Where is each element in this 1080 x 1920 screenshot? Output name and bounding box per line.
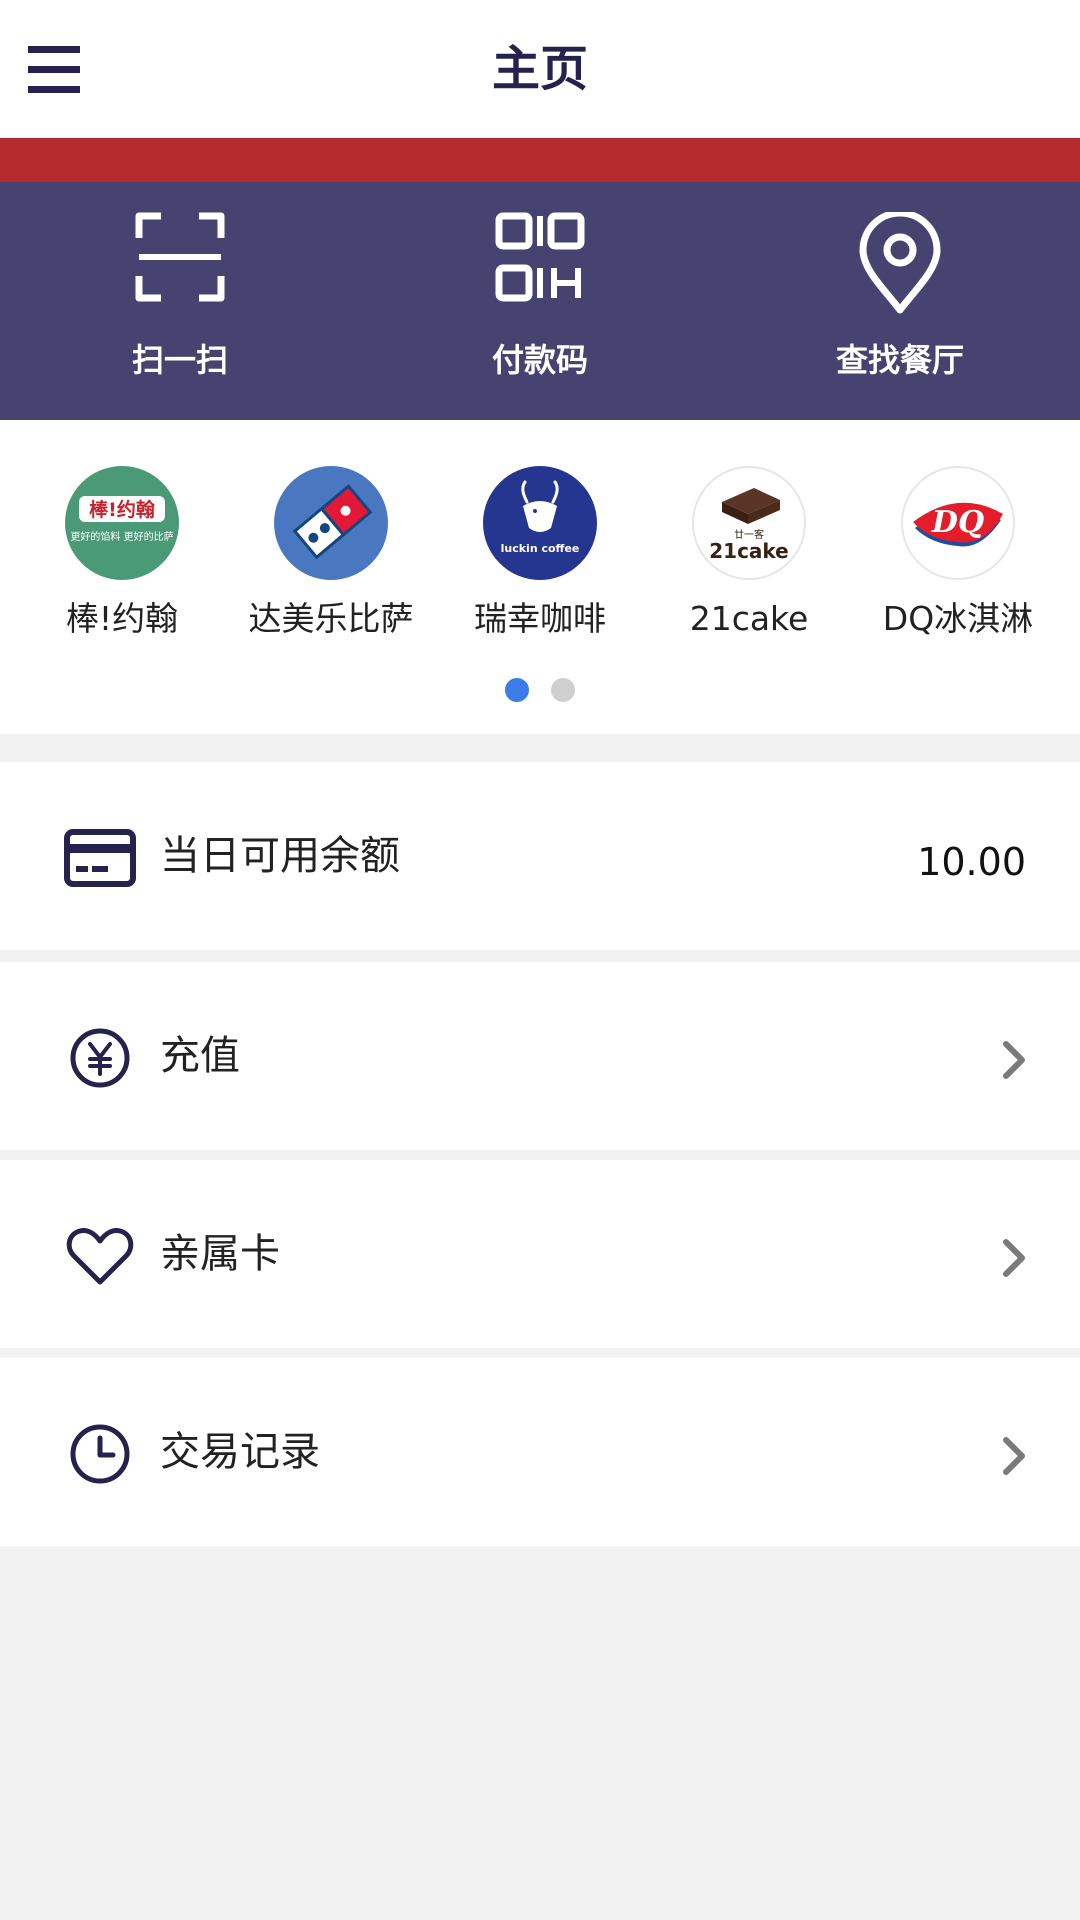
chevron-right-icon: [1003, 1041, 1025, 1079]
scan-label: 扫一扫: [131, 341, 228, 379]
brand-dominos[interactable]: 达美乐比萨: [231, 466, 431, 646]
brand-name: DQ冰淇淋: [882, 599, 1034, 638]
dq-logo: DQ: [901, 466, 1015, 580]
dominos-logo: [274, 466, 388, 580]
family-card-row[interactable]: 亲属卡: [0, 1160, 1080, 1348]
brand-luckin[interactable]: luckin coffee 瑞幸咖啡: [440, 466, 640, 646]
brand-21cake[interactable]: 廿一客 21cake 21cake: [649, 466, 849, 646]
21cake-logo: 廿一客 21cake: [692, 466, 806, 580]
qr-code-icon: [495, 212, 585, 302]
brand-name: 21cake: [689, 599, 809, 638]
balance-row: 当日可用余额 10.00: [0, 762, 1080, 950]
payment-code-button[interactable]: 付款码: [400, 182, 680, 420]
heart-icon: [66, 1228, 134, 1285]
papa-johns-logo-subtext: 更好的馅料 更好的比萨: [70, 530, 173, 543]
header-bar: 主页: [0, 0, 1080, 138]
luckin-logo-text: luckin coffee: [501, 542, 580, 555]
brand-dq[interactable]: DQ DQ冰淇淋: [858, 466, 1058, 646]
find-restaurant-label: 查找餐厅: [835, 341, 964, 379]
brand-name: 棒!约翰: [65, 599, 179, 638]
chevron-right-icon: [1003, 1437, 1025, 1475]
21cake-logo-text: 21cake: [709, 539, 789, 563]
carousel-dot[interactable]: [551, 678, 575, 702]
balance-value: 10.00: [917, 840, 1026, 884]
scan-button[interactable]: 扫一扫: [40, 182, 320, 420]
location-pin-icon: [859, 212, 941, 314]
recharge-label: 充值: [160, 1033, 240, 1079]
find-restaurant-button[interactable]: 查找餐厅: [760, 182, 1040, 420]
transaction-history-row[interactable]: 交易记录: [0, 1358, 1080, 1546]
papa-johns-logo: 棒!约翰 更好的馅料 更好的比萨: [65, 466, 179, 580]
clock-icon: [70, 1424, 130, 1484]
page-title: 主页: [491, 41, 588, 97]
action-bar: 扫一扫 付款码 查找餐厅: [0, 182, 1080, 420]
dq-logo-text: DQ: [931, 505, 984, 540]
card-icon: [64, 829, 136, 887]
papa-johns-logo-text: 棒!约翰: [89, 498, 155, 521]
recharge-row[interactable]: 充值: [0, 962, 1080, 1150]
brand-name: 达美乐比萨: [248, 599, 414, 638]
payment-code-label: 付款码: [491, 341, 588, 379]
luckin-coffee-logo: luckin coffee: [483, 466, 597, 580]
scan-icon: [135, 212, 225, 302]
carousel-dot-active[interactable]: [505, 678, 529, 702]
transaction-history-label: 交易记录: [160, 1429, 320, 1475]
chevron-right-icon: [1003, 1239, 1025, 1277]
brand-name: 瑞幸咖啡: [474, 599, 606, 638]
brand-carousel: 棒!约翰 更好的馅料 更好的比萨 棒!约翰 达美乐比萨 luckin coffe…: [0, 420, 1080, 734]
balance-label: 当日可用余额: [160, 833, 400, 879]
brand-papa-johns[interactable]: 棒!约翰 更好的馅料 更好的比萨 棒!约翰: [22, 466, 222, 646]
yen-icon: [70, 1028, 130, 1088]
red-stripe: [0, 138, 1080, 182]
family-card-label: 亲属卡: [160, 1231, 280, 1277]
